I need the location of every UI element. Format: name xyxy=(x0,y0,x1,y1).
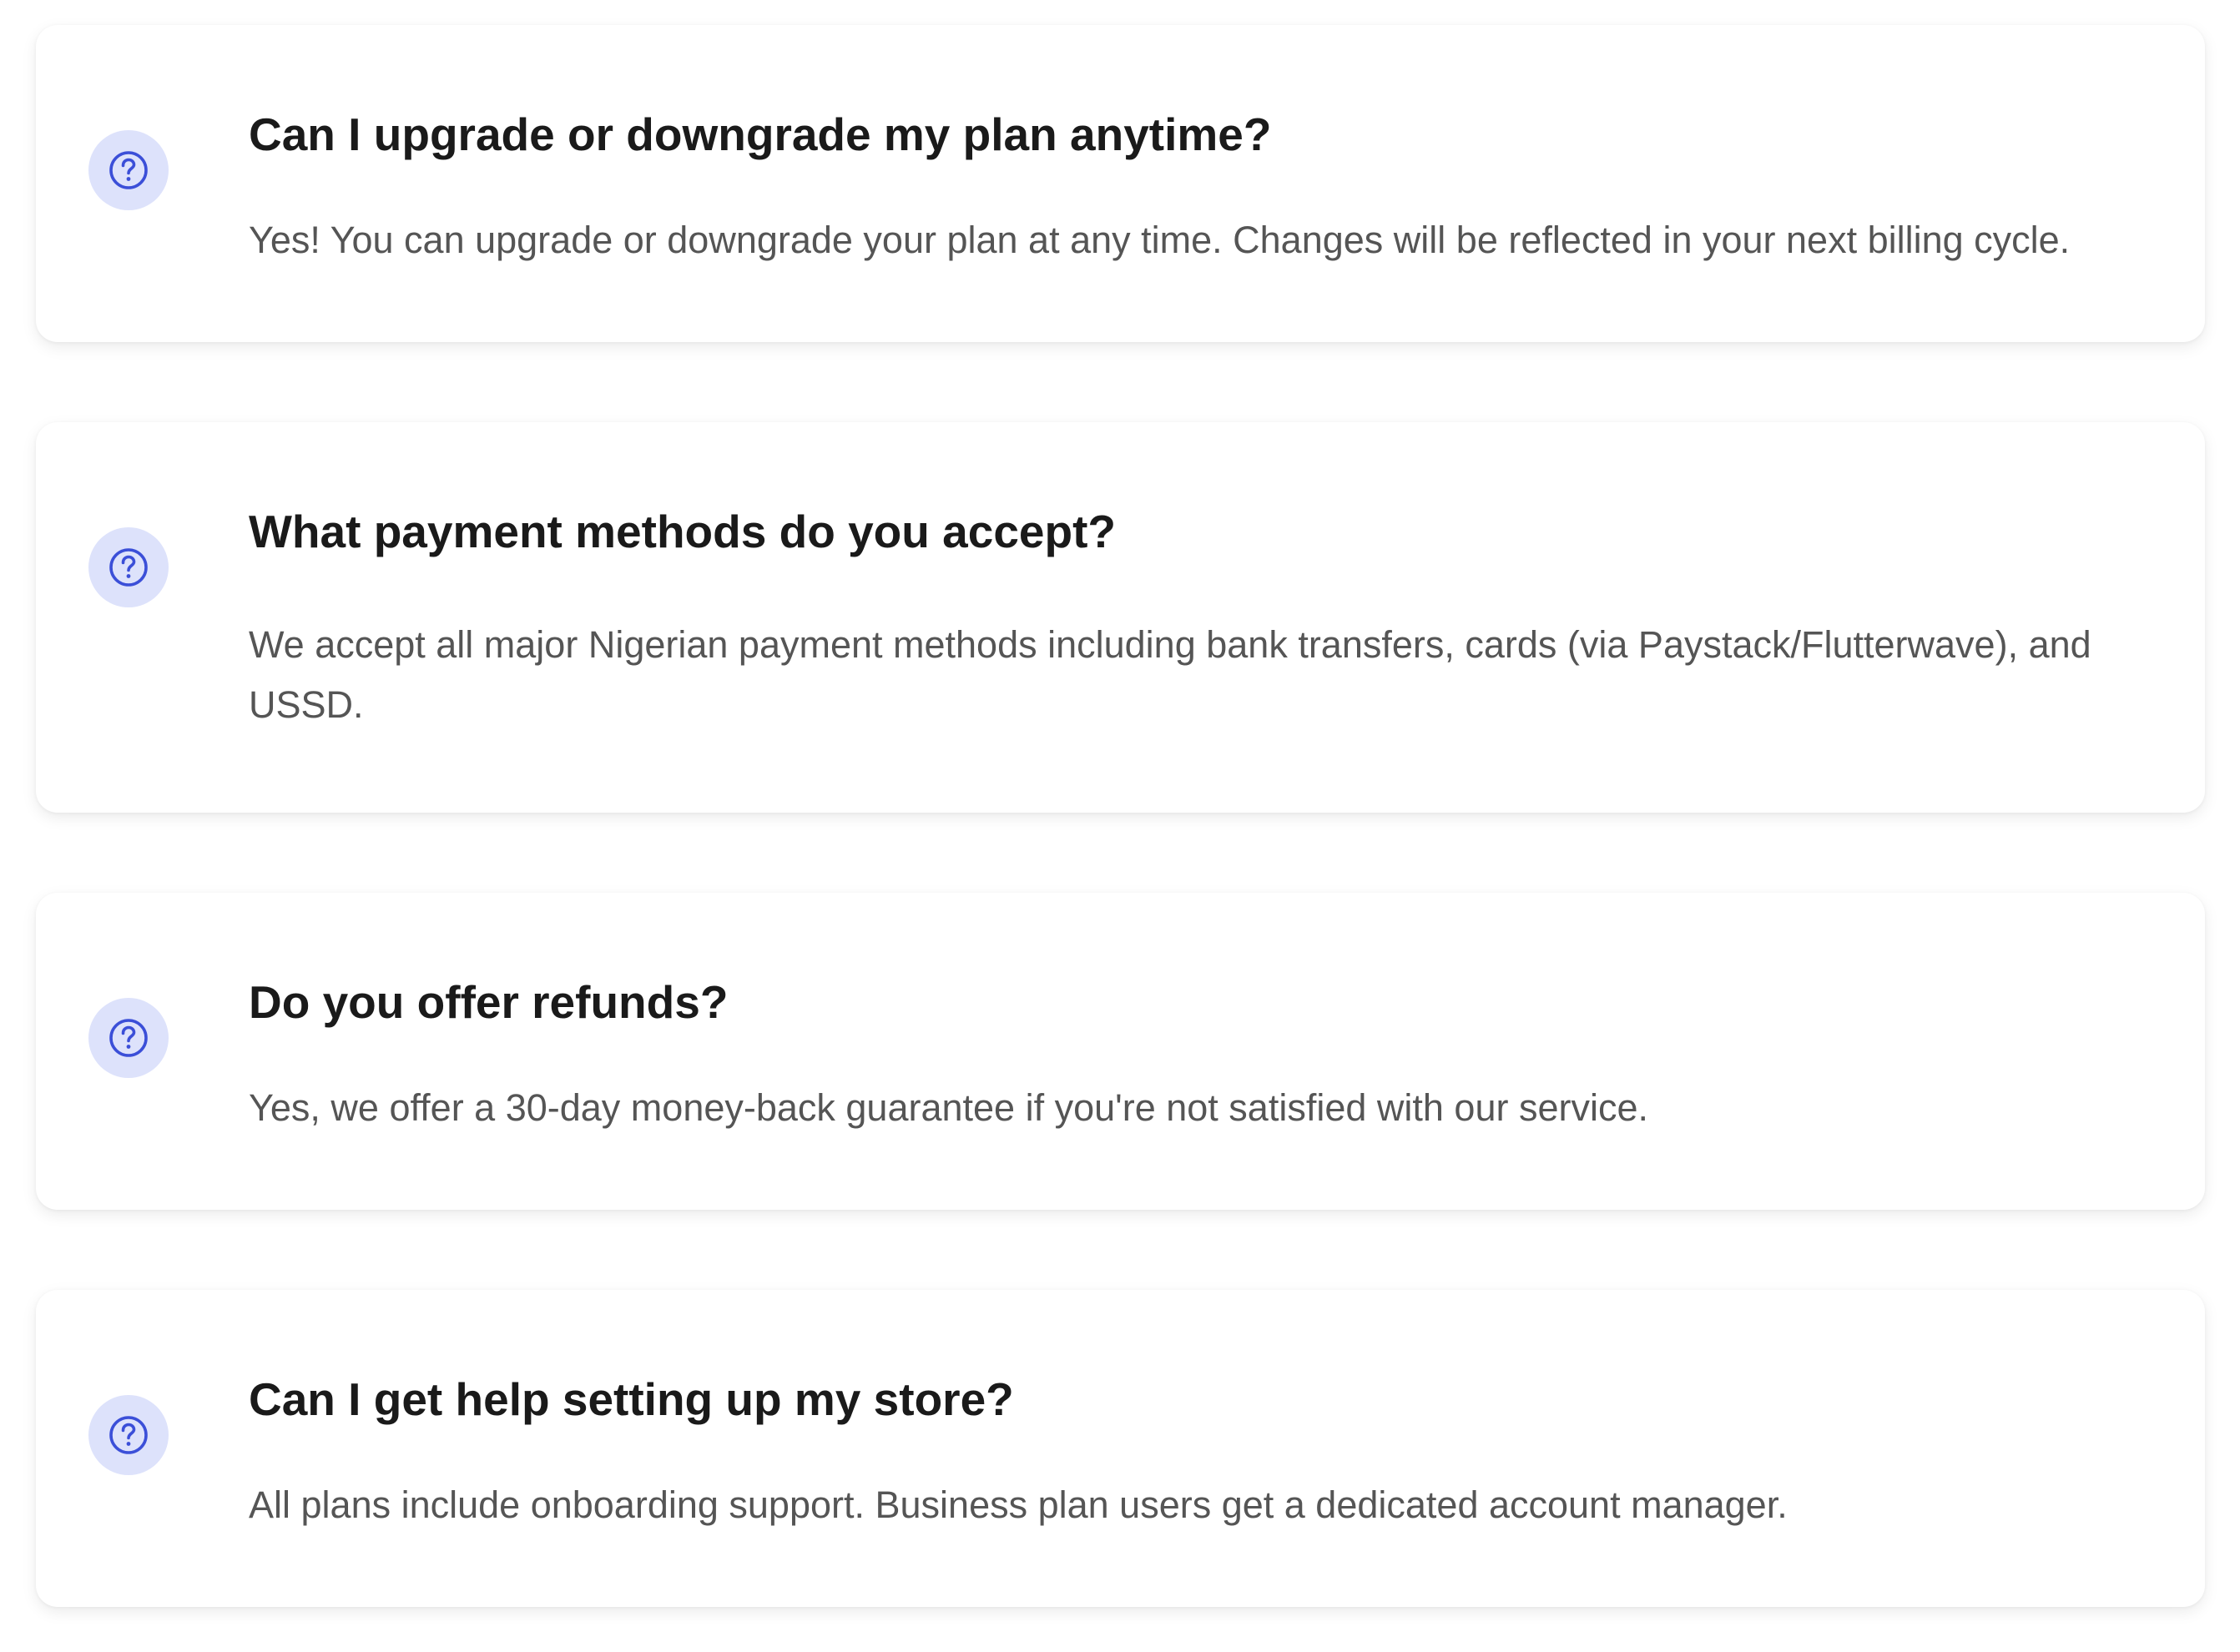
faq-question: Do you offer refunds? xyxy=(249,976,729,1028)
faq-item-store-setup-help: Can I get help setting up my store? All … xyxy=(36,1290,2205,1607)
question-circle-icon xyxy=(88,998,169,1078)
faq-item-payment-methods: What payment methods do you accept? We a… xyxy=(36,422,2205,813)
faq-item-upgrade-plan: Can I upgrade or downgrade my plan anyti… xyxy=(36,25,2205,342)
faq-question: Can I upgrade or downgrade my plan anyti… xyxy=(249,108,1272,160)
question-circle-icon xyxy=(88,1395,169,1475)
faq-answer: Yes, we offer a 30-day money-back guaran… xyxy=(249,1086,1648,1129)
faq-question: What payment methods do you accept? xyxy=(249,506,1117,557)
faq-item-refunds: Do you offer refunds? Yes, we offer a 30… xyxy=(36,893,2205,1210)
question-circle-icon xyxy=(88,527,169,607)
faq-list: Can I upgrade or downgrade my plan anyti… xyxy=(0,0,2240,1652)
question-circle-icon xyxy=(88,130,169,210)
faq-answer: All plans include onboarding support. Bu… xyxy=(249,1483,1788,1526)
faq-answer: We accept all major Nigerian payment met… xyxy=(249,623,2091,726)
faq-answer: Yes! You can upgrade or downgrade your p… xyxy=(249,219,2071,261)
faq-question: Can I get help setting up my store? xyxy=(249,1373,1014,1425)
